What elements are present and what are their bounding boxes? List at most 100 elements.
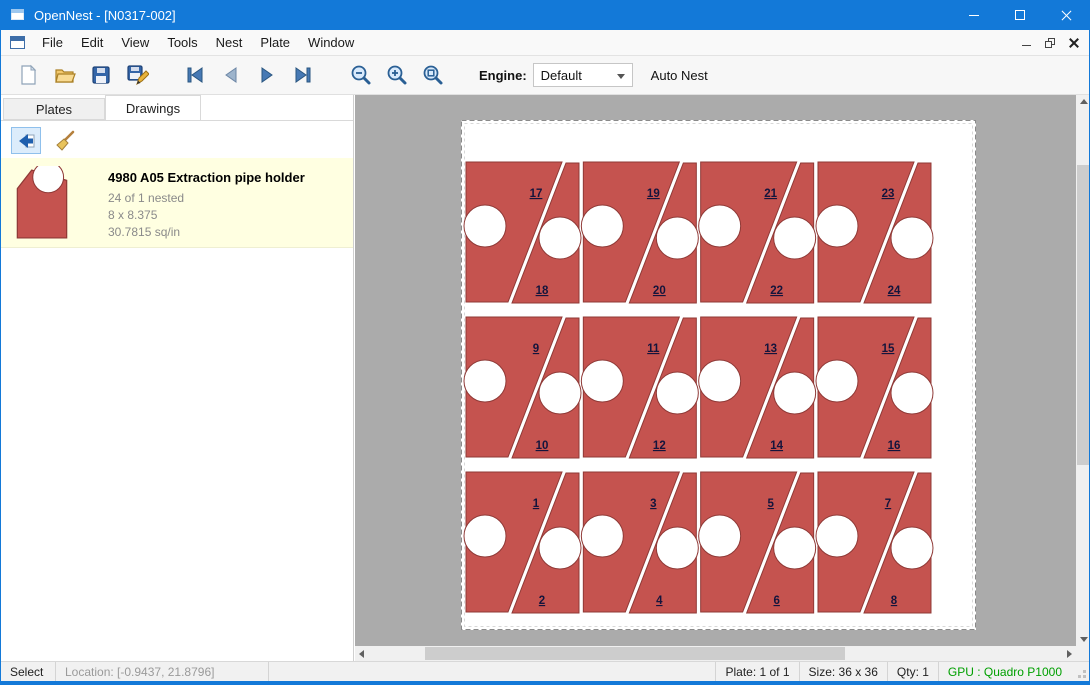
scroll-left-icon [359,650,364,658]
part-cutout [656,372,698,414]
part-number: 21 [764,188,777,200]
menu-item-view[interactable]: View [112,31,158,54]
part-number: 22 [770,285,783,297]
part-number: 15 [882,343,895,355]
nested-pair[interactable]: 1516 [816,317,933,458]
menu-item-tools[interactable]: Tools [158,31,206,54]
part-cutout [891,527,933,569]
chevron-down-icon [617,74,625,79]
scrollbar-corner [1076,646,1090,661]
minimize-button[interactable] [951,0,997,30]
mdi-minimize-button[interactable] [1022,45,1031,46]
part-cutout [464,205,506,247]
save-button[interactable] [83,59,119,91]
part-number: 23 [882,188,895,200]
part-cutout [774,372,816,414]
nested-pair[interactable]: 1314 [699,317,816,458]
mdi-restore-button[interactable] [1045,38,1055,48]
new-file-icon [17,63,41,87]
engine-select[interactable]: Default [533,63,633,87]
mdi-close-button[interactable] [1069,38,1079,48]
auto-nest-button[interactable]: Auto Nest [651,68,708,83]
part-cutout [699,515,741,557]
menu-item-edit[interactable]: Edit [72,31,112,54]
zoom-out-button[interactable] [343,59,379,91]
menu-item-plate[interactable]: Plate [251,31,299,54]
scroll-right-icon [1067,650,1072,658]
menu-item-file[interactable]: File [33,31,72,54]
app-icon [10,7,26,23]
nested-pair[interactable]: 34 [581,472,698,613]
return-part-button[interactable] [11,127,41,154]
first-plate-button[interactable] [177,59,213,91]
zoom-in-button[interactable] [379,59,415,91]
part-cutout [891,217,933,259]
save-icon [89,63,113,87]
part-number: 9 [533,343,539,355]
new-button[interactable] [11,59,47,91]
next-plate-button[interactable] [249,59,285,91]
nested-pair[interactable]: 1718 [464,162,581,303]
status-plate: Plate: 1 of 1 [716,662,798,681]
plate[interactable]: 171819202122232491011121314151612345678 [461,120,976,630]
tab-plates[interactable]: Plates [3,98,105,120]
part-number: 11 [647,343,660,355]
status-gpu: GPU : Quadro P1000 [939,662,1071,681]
part-cutout [699,360,741,402]
nested-pair[interactable]: 78 [816,472,933,613]
minimize-icon [969,15,979,16]
back-arrow-icon [14,129,38,153]
clean-button[interactable] [51,127,81,154]
save-as-button[interactable] [119,59,155,91]
horizontal-scrollbar[interactable] [355,646,1076,661]
menu-item-nest[interactable]: Nest [207,31,252,54]
nested-pair[interactable]: 23 24 [816,162,933,303]
part-cutout [699,205,741,247]
status-location: Location: [-0.9437, 21.8796] [56,662,268,681]
part-cutout [464,360,506,402]
status-size: Size: 36 x 36 [800,662,887,681]
drawing-list-item[interactable]: 4980 A05 Extraction pipe holder 24 of 1 … [1,158,353,248]
engine-label: Engine: [479,68,527,83]
vertical-scroll-thumb[interactable] [1077,165,1090,465]
close-button[interactable] [1043,0,1089,30]
part-number: 4 [656,595,663,607]
nested-pair[interactable]: 56 [699,472,816,613]
tab-drawings[interactable]: Drawings [105,95,201,120]
nested-pair[interactable]: 21 22 [699,162,816,303]
maximize-icon [1015,10,1025,20]
part-number: 2 [539,595,545,607]
part-number: 24 [888,285,901,297]
horizontal-scroll-thumb[interactable] [425,647,845,660]
status-qty: Qty: 1 [888,662,938,681]
nested-pair[interactable]: 1112 [581,317,698,458]
menu-item-window[interactable]: Window [299,31,363,54]
open-folder-icon [53,63,77,87]
drawings-panel: 4980 A05 Extraction pipe holder 24 of 1 … [1,120,353,661]
maximize-button[interactable] [997,0,1043,30]
part-number: 3 [650,498,656,510]
previous-plate-button[interactable] [213,59,249,91]
vertical-scrollbar[interactable] [1076,95,1090,646]
nested-pair[interactable]: 910 [464,317,581,458]
nested-pair[interactable]: 12 [464,472,581,613]
part-cutout [656,527,698,569]
part-number: 17 [530,188,543,200]
part-number: 7 [885,498,891,510]
open-button[interactable] [47,59,83,91]
broom-icon [54,129,78,153]
part-cutout [816,205,858,247]
side-panel: Plates Drawings [1,95,354,661]
part-number: 5 [767,498,774,510]
last-plate-button[interactable] [285,59,321,91]
part-cutout [539,217,581,259]
zoom-fit-button[interactable] [415,59,451,91]
part-cutout [774,527,816,569]
engine-value: Default [541,68,582,83]
menu-bar: File Edit View Tools Nest Plate Window [1,30,1089,56]
part-cutout [774,217,816,259]
nested-pair[interactable]: 1920 [581,162,698,303]
part-number: 13 [764,343,777,355]
part-cutout [581,515,623,557]
resize-grip[interactable] [1071,662,1089,681]
